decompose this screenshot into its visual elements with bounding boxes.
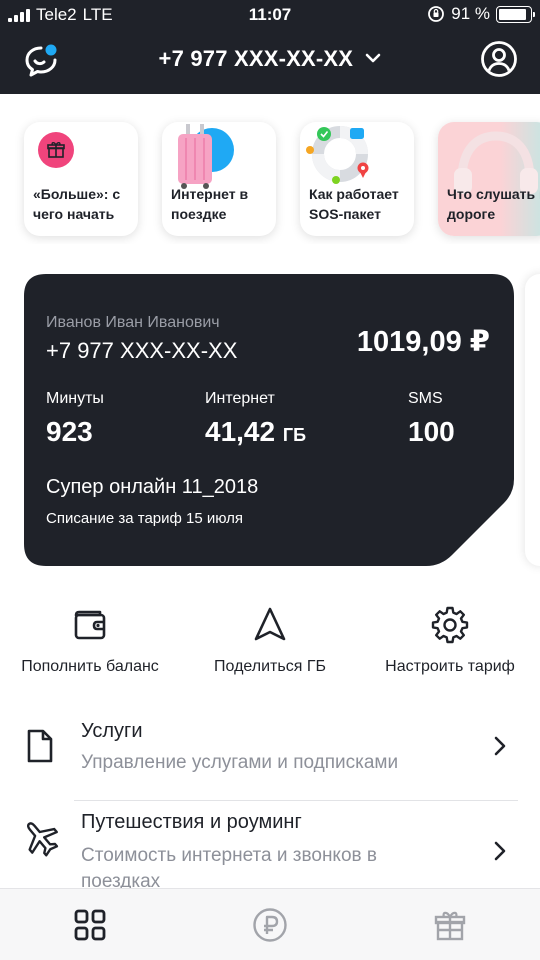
minutes-value: 923 xyxy=(46,416,93,447)
chevron-right-icon xyxy=(494,841,506,861)
quick-actions: Пополнить баланс Поделиться ГБ Настроить… xyxy=(0,600,540,680)
selected-phone-number: +7 977 XXX-XX-XX xyxy=(158,46,354,71)
battery-percent: 91 % xyxy=(451,4,490,23)
tab-bar xyxy=(0,888,540,960)
gear-icon xyxy=(431,606,469,644)
account-owner-name: Иванов Иван Иванович xyxy=(46,314,220,331)
story-card[interactable]: «Больше»: с чего начать xyxy=(24,122,138,236)
document-icon xyxy=(27,729,53,763)
battery-icon xyxy=(496,5,535,23)
stories-carousel[interactable]: «Больше»: с чего начать Интернет в поезд… xyxy=(0,114,540,244)
airplane-icon xyxy=(26,822,59,857)
menu-item-subtitle: Управление услугами и подписками xyxy=(81,752,399,773)
status-right: 91 % xyxy=(427,4,535,24)
story-title: Что слушать в дороге xyxy=(447,186,540,222)
account-phone: +7 977 XXX-XX-XX xyxy=(46,338,238,363)
phone-number-selector[interactable]: +7 977 XXX-XX-XX xyxy=(0,46,540,72)
tariff-name: Супер онлайн 11_2018 xyxy=(46,476,259,498)
story-title: Интернет в поездке xyxy=(171,186,249,222)
chevron-down-icon xyxy=(366,53,381,63)
gift-icon[interactable] xyxy=(432,907,468,943)
ruble-icon[interactable] xyxy=(252,907,288,943)
story-title: Как работает SOS-пакет xyxy=(309,186,399,222)
nav-row: +7 977 XXX-XX-XX xyxy=(0,36,540,86)
sms-label: SMS xyxy=(408,390,443,407)
orientation-lock-icon xyxy=(428,6,445,22)
lifebuoy-icon xyxy=(306,126,369,184)
story-card[interactable]: Интернет в поездке xyxy=(162,122,276,236)
story-card[interactable]: Что слушать в дороге xyxy=(438,122,540,236)
minutes-label: Минуты xyxy=(46,390,104,407)
share-gb-button[interactable]: Поделиться ГБ xyxy=(180,600,360,676)
internet-unit: ГБ xyxy=(282,425,307,445)
next-card-peek[interactable] xyxy=(525,274,540,566)
top-up-balance-button[interactable]: Пополнить баланс xyxy=(0,600,180,676)
suitcase-icon xyxy=(178,124,234,189)
configure-tariff-label: Настроить тариф xyxy=(385,658,515,675)
grid-icon[interactable] xyxy=(72,907,108,943)
story-card[interactable]: Как работает SOS-пакет xyxy=(300,122,414,236)
status-bar: Tele2 LTE 11:07 91 % xyxy=(0,0,540,30)
configure-tariff-button[interactable]: Настроить тариф xyxy=(360,600,540,676)
battery-level xyxy=(499,8,527,20)
menu-item-travel-roaming[interactable]: Путешествия и роуминг Стоимость интернет… xyxy=(0,801,540,892)
sms-value: 100 xyxy=(408,416,455,447)
share-gb-label: Поделиться ГБ xyxy=(214,658,326,675)
account-card[interactable]: Иванов Иван Иванович +7 977 XXX-XX-XX 10… xyxy=(24,274,514,566)
account-balance: 1019,09 ₽ xyxy=(356,326,490,358)
menu-item-title: Услуги xyxy=(81,720,143,742)
tariff-charge-date: Списание за тариф 15 июля xyxy=(46,510,244,527)
gift-icon xyxy=(38,132,74,168)
menu-item-services[interactable]: Услуги Управление услугами и подписками xyxy=(0,710,540,801)
internet-label: Интернет xyxy=(205,390,275,407)
app-header: Tele2 LTE 11:07 91 % +7 977 XXX-XX-XX xyxy=(0,0,540,94)
chevron-right-icon xyxy=(494,736,506,756)
story-title: «Больше»: с чего начать xyxy=(33,186,121,222)
user-circle-icon[interactable] xyxy=(480,40,518,78)
internet-value: 41,42 xyxy=(205,416,276,447)
internet-remaining: 41,42 ГБ xyxy=(205,416,306,448)
wallet-icon xyxy=(74,610,106,640)
navigation-arrow-icon xyxy=(254,607,286,641)
top-up-balance-label: Пополнить баланс xyxy=(21,658,159,675)
menu-item-title: Путешествия и роуминг xyxy=(81,811,302,833)
